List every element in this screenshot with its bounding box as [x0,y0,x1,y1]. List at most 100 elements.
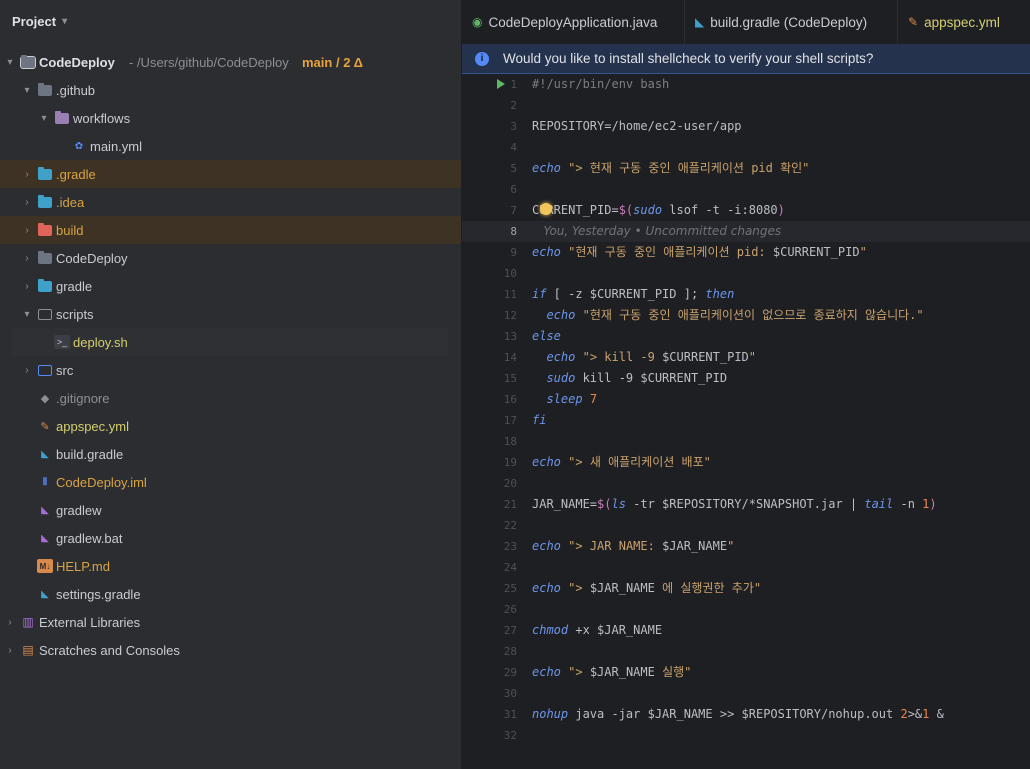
chevron-right-icon[interactable]: › [21,365,33,376]
tree-item-build-gradle[interactable]: ◣ build.gradle [0,440,461,468]
chevron-down-icon[interactable]: ▾ [21,85,33,96]
tree-item-gradle-hidden[interactable]: › .gradle [0,160,461,188]
code-line[interactable]: 10 [462,263,1030,284]
line-number: 16 [503,393,517,406]
code-line[interactable]: 31 nohup java -jar $JAR_NAME >> $REPOSITO… [462,704,1030,725]
tree-item-gradle[interactable]: › gradle [0,272,461,300]
code-line[interactable]: 29 echo "> $JAR_NAME 실행" [462,662,1030,683]
chevron-down-icon[interactable]: ▾ [4,57,16,68]
line-number: 19 [503,456,517,469]
tree-item-gitignore[interactable]: ◆ .gitignore [0,384,461,412]
code-line[interactable]: 19 echo "> 새 애플리케이션 배포" [462,452,1030,473]
tree-item-gradlew[interactable]: ◣ gradlew [0,496,461,524]
line-number: 18 [503,435,517,448]
code-line[interactable]: 5 echo "> 현재 구동 중인 애플리케이션 pid 확인" [462,158,1030,179]
tree-root-codedeploy[interactable]: ▾ CodeDeploy - /Users/github/CodeDeploy … [0,48,461,76]
code-line[interactable]: 1 #!/usr/bin/env bash [462,74,1030,95]
code-line[interactable]: 6 [462,179,1030,200]
tree-item-deploy-sh[interactable]: >_ deploy.sh [12,328,448,356]
run-gutter-icon[interactable] [497,79,505,89]
code-text: fi [532,413,547,427]
line-number: 28 [503,645,517,658]
tab-build-gradle[interactable]: ◣ build.gradle (CodeDeploy) [695,0,898,44]
line-number: 8 [510,225,517,238]
code-line[interactable]: 13 else [462,326,1030,347]
tree-item-build[interactable]: › build [0,216,461,244]
line-number: 21 [503,498,517,511]
tree-item-github[interactable]: ▾ .github [0,76,461,104]
chevron-down-icon[interactable]: ▾ [38,113,50,124]
chevron-right-icon[interactable]: › [21,281,33,292]
code-line[interactable]: 25 echo "> $JAR_NAME 에 실행권한 추가" [462,578,1030,599]
code-line[interactable]: 24 [462,557,1030,578]
tree-item-workflows[interactable]: ▾ workflows [0,104,461,132]
tree-item-scratches[interactable]: › ▤ Scratches and Consoles [0,636,461,664]
tree-item-label: main.yml [90,138,143,154]
code-editor[interactable]: 1 #!/usr/bin/env bash 2 3 REPOSITORY=/home/e… [462,74,1030,746]
code-line[interactable]: 27 chmod +x $JAR_NAME [462,620,1030,641]
tree-item-label: .gitignore [56,390,110,406]
code-line[interactable]: 18 [462,431,1030,452]
tree-item-codedeploy[interactable]: › CodeDeploy [0,244,461,272]
code-text: echo "> 새 애플리케이션 배포" [532,455,711,469]
code-line[interactable]: 8 You, Yesterday • Uncommitted changes [462,221,1030,242]
code-line[interactable]: 11 if [ -z $CURRENT_PID ]; then [462,284,1030,305]
code-line[interactable]: 4 [462,137,1030,158]
chevron-down-icon[interactable]: ▾ [21,309,33,320]
tree-item-main-yml[interactable]: ✿ main.yml [0,132,461,160]
code-line[interactable]: 21 JAR_NAME=$(ls -tr $REPOSITORY/*SNAPSHO… [462,494,1030,515]
tab-appspec[interactable]: ✎ appspec.yml [908,0,1030,44]
tab-codedeploy-application[interactable]: ◉ CodeDeployApplication.java [472,0,685,44]
workflow-file-icon: ✿ [74,140,84,152]
code-line[interactable]: 7 CURRENT_PID=$(sudo lsof -t -i:8080) [462,200,1030,221]
tree-item-gradlew-bat[interactable]: ◣ gradlew.bat [0,524,461,552]
chevron-right-icon[interactable]: › [21,253,33,264]
code-line[interactable]: 26 [462,599,1030,620]
code-line[interactable]: 20 [462,473,1030,494]
tree-item-settings-gradle[interactable]: ◣ settings.gradle [0,580,461,608]
chevron-right-icon[interactable]: › [21,197,33,208]
tree-item-external-libraries[interactable]: › ▥ External Libraries [0,608,461,636]
project-view-selector[interactable]: Project ▾ [12,14,67,29]
code-line[interactable]: 12 echo "현재 구동 중인 애플리케이션이 없으므로 종료하지 않습니다… [462,305,1030,326]
line-number: 9 [510,246,517,259]
tree-item-label: .idea [56,194,85,210]
folder-icon [37,250,53,265]
tree-item-iml[interactable]: Ⅱ CodeDeploy.iml [0,468,461,496]
tree-item-label: build.gradle [56,446,124,462]
shellcheck-banner: i Would you like to install shellcheck t… [462,44,1030,74]
gradle-file-icon: ◣ [695,15,705,29]
git-branch: main [302,54,333,70]
code-line[interactable]: 30 [462,683,1030,704]
code-line[interactable]: 3 REPOSITORY=/home/ec2-user/app [462,116,1030,137]
chevron-right-icon[interactable]: › [4,617,16,628]
code-line[interactable]: 28 [462,641,1030,662]
tree-item-help-md[interactable]: M↓ HELP.md [0,552,461,580]
code-line[interactable]: 22 [462,515,1030,536]
tree-item-appspec[interactable]: ✎ appspec.yml [0,412,461,440]
code-line[interactable]: 23 echo "> JAR NAME: $JAR_NAME" [462,536,1030,557]
line-number: 23 [503,540,517,553]
lightbulb-icon[interactable] [540,203,552,215]
code-line[interactable]: 9 echo "현재 구동 중인 애플리케이션 pid: $CURRENT_PID… [462,242,1030,263]
line-number: 20 [503,477,517,490]
chevron-right-icon[interactable]: › [4,645,16,656]
line-number: 29 [503,666,517,679]
tree-item-scripts[interactable]: ▾ scripts [0,300,461,328]
project-panel: Project ▾ ▾ CodeDeploy - /Users/github/C… [0,0,461,769]
code-line[interactable]: 14 echo "> kill -9 $CURRENT_PID" [462,347,1030,368]
code-line[interactable]: 17 fi [462,410,1030,431]
code-text: #!/usr/bin/env bash [532,77,670,91]
chevron-right-icon[interactable]: › [21,169,33,180]
code-line[interactable]: 2 [462,95,1030,116]
excluded-folder-icon [37,222,53,237]
line-number: 14 [503,351,517,364]
idea-folder-icon [37,194,53,209]
code-line[interactable]: 32 [462,725,1030,746]
chevron-right-icon[interactable]: › [21,225,33,236]
yaml-file-icon: ✎ [908,15,919,29]
tree-item-src[interactable]: › src [0,356,461,384]
code-line[interactable]: 15 sudo kill -9 $CURRENT_PID [462,368,1030,389]
tree-item-idea[interactable]: › .idea [0,188,461,216]
code-line[interactable]: 16 sleep 7 [462,389,1030,410]
